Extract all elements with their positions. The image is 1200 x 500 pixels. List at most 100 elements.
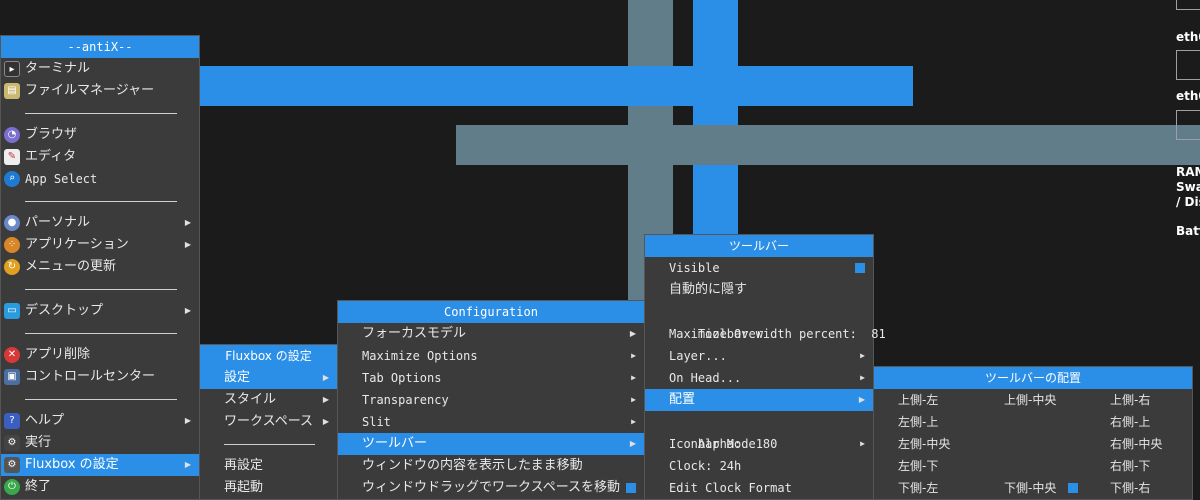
menu-item-exit[interactable]: ⏻ 終了 <box>1 476 199 498</box>
submenu-arrow-icon: ▶ <box>860 439 865 448</box>
app-select-icon: ⌕ <box>4 171 20 187</box>
exit-icon: ⏻ <box>4 479 20 495</box>
menu-item-styles[interactable]: スタイル ▶ <box>200 389 337 411</box>
menu-item-edit-clock-format[interactable]: Edit Clock Format <box>645 477 873 499</box>
fluxbox-settings-menu: Fluxbox の設定 設定 ▶ スタイル ▶ ワークスペース ▶ 再設定 再起… <box>199 344 338 500</box>
menu-item-restart[interactable]: 再起動 <box>200 477 337 499</box>
placement-top-center[interactable]: 上側-中央 <box>980 389 1086 411</box>
menu-item-on-head[interactable]: On Head... ▶ <box>645 367 873 389</box>
configuration-menu: Configuration フォーカスモデル ▶ Maximize Option… <box>337 300 645 500</box>
conky-disk-label: / Dis <box>1176 195 1200 209</box>
menu-item-reconfigure[interactable]: 再設定 <box>200 455 337 477</box>
conky-eth-graph <box>1176 50 1200 80</box>
submenu-arrow-icon: ▶ <box>860 373 865 382</box>
menu-item-applications[interactable]: ⁘ アプリケーション ▶ <box>1 234 199 256</box>
toolbar-menu-title: ツールバー <box>645 235 873 257</box>
conky-eth-label: eth0 <box>1176 89 1200 103</box>
menu-item-maximize-over[interactable]: Maximize Over <box>645 323 873 345</box>
placement-top-right[interactable]: 上側-右 <box>1086 389 1192 411</box>
menu-separator <box>200 433 337 455</box>
menu-item-maximize-options[interactable]: Maximize Options ▶ <box>338 345 644 367</box>
submenu-arrow-icon: ▶ <box>184 460 191 469</box>
menu-item-placement[interactable]: 配置 ▶ <box>645 389 873 411</box>
menu-item-toolbar-width-percent[interactable]: Toolbar width percent: 81 <box>645 301 886 341</box>
refresh-icon: ↻ <box>4 259 20 275</box>
submenu-arrow-icon: ▶ <box>322 395 329 404</box>
conky-eth-graph <box>1176 110 1200 140</box>
menu-item-browser[interactable]: ◔ ブラウザ <box>1 124 199 146</box>
menu-item-app-select[interactable]: ⌕ App Select <box>1 168 199 190</box>
menu-item-clock-mode[interactable]: Clock: 24h <box>645 455 873 477</box>
placement-bottom-left[interactable]: 下側-左 <box>874 477 980 499</box>
person-icon: ● <box>4 215 20 231</box>
menu-item-editor[interactable]: ✎ エディタ <box>1 146 199 168</box>
menu-item-desktop[interactable]: ▭ デスクトップ ▶ <box>1 300 199 322</box>
run-icon: ⚙ <box>4 435 20 451</box>
menu-item-visible[interactable]: Visible <box>645 257 873 279</box>
submenu-arrow-icon: ▶ <box>184 416 191 425</box>
submenu-arrow-icon: ▶ <box>631 395 636 404</box>
wallpaper-gray-horizontal-bar <box>456 125 1200 165</box>
remove-icon: ✕ <box>4 347 20 363</box>
conky-battery-label: Batt <box>1176 224 1200 238</box>
menu-separator <box>1 322 199 344</box>
menu-item-transparency[interactable]: Transparency ▶ <box>338 389 644 411</box>
desktop-icon: ▭ <box>4 303 20 319</box>
placement-bottom-center-label: 下側-中央 <box>1004 481 1057 495</box>
toolbar-placement-title: ツールバーの配置 <box>874 367 1192 389</box>
placement-left-top[interactable]: 左側-上 <box>874 411 980 433</box>
menu-item-opaque-move[interactable]: ウィンドウの内容を表示したまま移動 <box>338 455 644 477</box>
placement-bottom-right[interactable]: 下側-右 <box>1086 477 1192 499</box>
wallpaper-blue-vertical-bar <box>693 0 738 240</box>
menu-item-workspaces[interactable]: ワークスペース ▶ <box>200 411 337 433</box>
placement-top-left[interactable]: 上側-左 <box>874 389 980 411</box>
menu-item-layer[interactable]: Layer... ▶ <box>645 345 873 367</box>
menu-item-configure[interactable]: 設定 ▶ <box>200 367 337 389</box>
menu-item-help[interactable]: ? ヘルプ ▶ <box>1 410 199 432</box>
browser-icon: ◔ <box>4 127 20 143</box>
menu-item-personal[interactable]: ● パーソナル ▶ <box>1 212 199 234</box>
checked-indicator-icon <box>855 263 865 273</box>
control-center-icon: ▣ <box>4 369 20 385</box>
toolbar-placement-menu: ツールバーの配置 上側-左 上側-中央 上側-右 左側-上 右側-上 左側-中央… <box>873 366 1193 500</box>
menu-item-run[interactable]: ⚙ 実行 <box>1 432 199 454</box>
placement-bottom-center[interactable]: 下側-中央 <box>980 477 1086 499</box>
conky-ram-label: RAM <box>1176 165 1200 179</box>
fluxbox-icon: ⚙ <box>4 457 20 473</box>
menu-item-terminal[interactable]: ▸ ターミナル <box>1 58 199 80</box>
menu-item-control-center[interactable]: ▣ コントロールセンター <box>1 366 199 388</box>
menu-item-fluxbox-settings[interactable]: ⚙ Fluxbox の設定 ▶ <box>1 454 199 476</box>
placement-right-bottom[interactable]: 右側-下 <box>1086 455 1192 477</box>
menu-item-remove-apps[interactable]: ✕ アプリ削除 <box>1 344 199 366</box>
menu-item-focus-model[interactable]: フォーカスモデル ▶ <box>338 323 644 345</box>
menu-item-toolbar[interactable]: ツールバー ▶ <box>338 433 644 455</box>
fluxbox-settings-title: Fluxbox の設定 <box>200 345 337 367</box>
menu-item-auto-hide[interactable]: 自動的に隠す <box>645 279 873 301</box>
placement-left-bottom[interactable]: 左側-下 <box>874 455 980 477</box>
menu-item-refresh-menu[interactable]: ↻ メニューの更新 <box>1 256 199 278</box>
placement-right-center[interactable]: 右側-中央 <box>1086 433 1192 455</box>
conky-eth-label: eth0 <box>1176 30 1200 44</box>
applications-icon: ⁘ <box>4 237 20 253</box>
menu-separator <box>1 102 199 124</box>
editor-icon: ✎ <box>4 149 20 165</box>
submenu-arrow-icon: ▶ <box>184 306 191 315</box>
placement-empty-cell <box>980 433 1086 455</box>
menu-item-workspace-warping[interactable]: ウィンドウドラッグでワークスペースを移動 <box>338 477 644 499</box>
menu-item-alpha[interactable]: Alpha: 180 <box>645 411 873 451</box>
menu-item-tab-options[interactable]: Tab Options ▶ <box>338 367 644 389</box>
placement-grid: 上側-左 上側-中央 上側-右 左側-上 右側-上 左側-中央 右側-中央 左側… <box>874 389 1192 499</box>
menu-item-file-manager[interactable]: ▤ ファイルマネージャー <box>1 80 199 102</box>
main-menu-title: --antiX-- <box>1 36 199 58</box>
placement-left-center[interactable]: 左側-中央 <box>874 433 980 455</box>
selected-indicator-icon <box>1068 483 1078 493</box>
placement-right-top[interactable]: 右側-上 <box>1086 411 1192 433</box>
submenu-arrow-icon: ▶ <box>629 439 636 448</box>
conky-top-graph <box>1176 0 1200 10</box>
submenu-arrow-icon: ▶ <box>629 329 636 338</box>
checked-indicator-icon <box>626 483 636 493</box>
menu-separator <box>1 190 199 212</box>
menu-item-slit[interactable]: Slit ▶ <box>338 411 644 433</box>
menu-item-iconbar-mode[interactable]: Iconbar Mode ▶ <box>645 433 873 455</box>
submenu-arrow-icon: ▶ <box>184 218 191 227</box>
